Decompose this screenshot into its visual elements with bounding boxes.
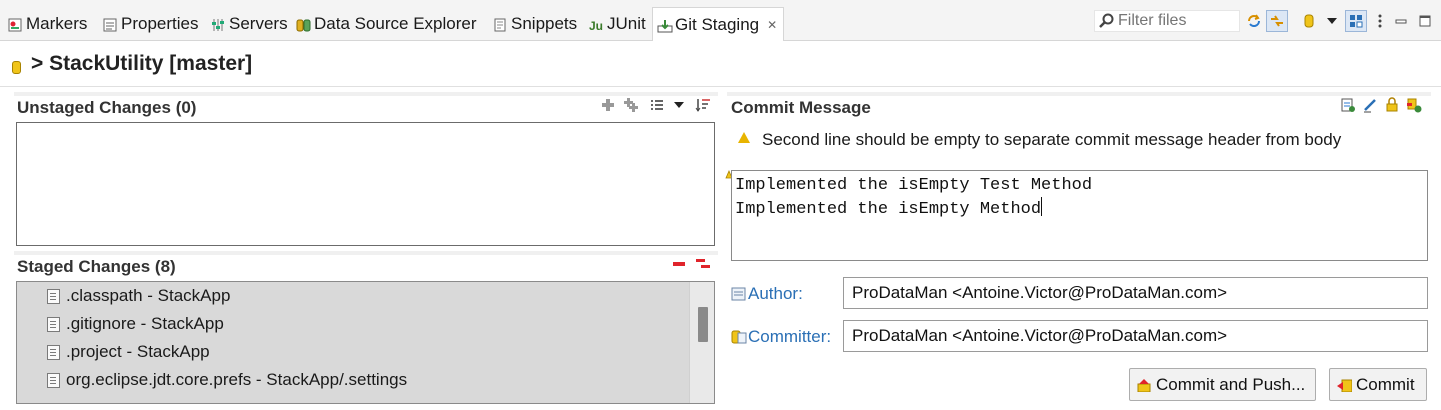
- author-field[interactable]: ProDataMan <Antoine.Victor@ProDataMan.co…: [843, 277, 1428, 309]
- commit-and-push-button[interactable]: Commit and Push...: [1129, 368, 1316, 401]
- commit-message-title: Commit Message: [731, 98, 871, 117]
- markers-icon: [8, 17, 22, 32]
- warning-icon: [738, 131, 750, 143]
- svg-text:Ju: Ju: [589, 19, 603, 32]
- remove-from-index-icon[interactable]: [671, 256, 687, 272]
- sort-icon[interactable]: [695, 97, 711, 113]
- commit-button[interactable]: Commit: [1329, 368, 1427, 401]
- commit-and-push-icon: [1137, 378, 1151, 392]
- search-icon: [1099, 13, 1114, 28]
- committer-field[interactable]: ProDataMan <Antoine.Victor@ProDataMan.co…: [843, 320, 1428, 352]
- commit-message-input[interactable]: Implemented the isEmpty Test Method Impl…: [731, 170, 1428, 261]
- divider: [0, 86, 1441, 87]
- repository-icon: [12, 60, 21, 74]
- filter-files-field[interactable]: [1094, 10, 1240, 32]
- close-tab-icon[interactable]: ✕: [767, 18, 777, 32]
- committer-icon: [731, 330, 747, 344]
- remove-all-from-index-icon[interactable]: [695, 256, 711, 272]
- file-icon: [47, 316, 60, 332]
- tab-label: Data Source Explorer: [314, 14, 477, 33]
- minimize-icon[interactable]: [1390, 10, 1412, 32]
- commit-icon: [1337, 379, 1352, 392]
- properties-icon: [103, 17, 117, 32]
- commit-message-warning: Second line should be empty to separate …: [738, 130, 1341, 150]
- list-item[interactable]: org.eclipse.jdt.core.prefs - StackApp/.s…: [47, 367, 407, 393]
- commit-message-line-2: Implemented the isEmpty Method: [735, 200, 1042, 219]
- author-value: ProDataMan <Antoine.Victor@ProDataMan.co…: [852, 283, 1228, 302]
- staged-scrollbar[interactable]: [689, 282, 714, 403]
- commit-message-line-1: Implemented the isEmpty Test Method: [735, 176, 1093, 195]
- scrollbar-thumb[interactable]: [698, 307, 708, 342]
- file-label: .project - StackApp: [66, 342, 210, 361]
- presentation-layout-icon[interactable]: [1345, 10, 1367, 32]
- link-with-selection-icon[interactable]: [1266, 10, 1288, 32]
- tab-snippets[interactable]: Snippets: [493, 7, 577, 41]
- tab-markers[interactable]: Markers: [8, 7, 87, 41]
- add-all-to-index-icon[interactable]: [623, 97, 639, 113]
- view-menu-icon[interactable]: [1369, 10, 1391, 32]
- tab-label: Servers: [229, 14, 288, 33]
- repository-header: > StackUtility [master]: [12, 50, 252, 78]
- tab-servers[interactable]: Servers: [211, 7, 288, 41]
- servers-icon: [211, 17, 225, 31]
- add-change-id-icon[interactable]: [1406, 97, 1422, 113]
- divider: [14, 92, 718, 96]
- file-label: .classpath - StackApp: [66, 286, 231, 305]
- sign-commit-icon[interactable]: [1384, 97, 1400, 113]
- repository-icon[interactable]: [1298, 10, 1320, 32]
- file-icon: [47, 372, 60, 388]
- author-label-group: Author:: [731, 284, 803, 304]
- committer-label-group: Committer:: [731, 327, 831, 347]
- file-label: .gitignore - StackApp: [66, 314, 224, 333]
- tab-label: Snippets: [511, 14, 578, 33]
- chevron-down-icon[interactable]: [1321, 10, 1343, 32]
- list-item[interactable]: .classpath - StackApp: [47, 283, 230, 309]
- unstaged-changes-list[interactable]: [16, 122, 715, 246]
- unstaged-changes-title: Unstaged Changes (0): [17, 98, 197, 117]
- view-tab-bar: Markers Properties Servers Data Source E…: [0, 0, 1441, 41]
- junit-icon: Ju: [589, 17, 603, 33]
- tab-label: Properties: [121, 14, 199, 33]
- amend-previous-commit-icon[interactable]: [1340, 97, 1356, 113]
- add-signed-off-by-icon[interactable]: [1362, 97, 1378, 113]
- commit-label: Commit: [1356, 374, 1415, 394]
- chevron-down-icon[interactable]: [671, 97, 687, 113]
- file-icon: [47, 288, 60, 304]
- divider: [14, 251, 718, 255]
- committer-value: ProDataMan <Antoine.Victor@ProDataMan.co…: [852, 326, 1228, 345]
- git-staging-icon: [657, 18, 673, 32]
- tab-label: Markers: [26, 14, 88, 33]
- file-label: org.eclipse.jdt.core.prefs - StackApp/.s…: [66, 370, 408, 389]
- staged-changes-list[interactable]: .classpath - StackApp .gitignore - Stack…: [16, 281, 715, 404]
- tab-label: JUnit: [607, 14, 646, 33]
- list-item[interactable]: .project - StackApp: [47, 339, 210, 365]
- tree-presentation-icon[interactable]: [649, 97, 665, 113]
- list-item[interactable]: .gitignore - StackApp: [47, 311, 224, 337]
- text-caret: [1041, 197, 1043, 216]
- file-icon: [47, 344, 60, 360]
- author-label: Author:: [748, 284, 803, 303]
- tab-junit[interactable]: Ju JUnit: [589, 7, 646, 41]
- commit-and-push-label: Commit and Push...: [1156, 374, 1306, 394]
- tab-properties[interactable]: Properties: [103, 7, 198, 41]
- refresh-icon[interactable]: [1243, 10, 1265, 32]
- repository-title: > StackUtility [master]: [31, 52, 253, 75]
- committer-label: Committer:: [748, 327, 832, 346]
- staged-changes-title: Staged Changes (8): [17, 257, 176, 276]
- snippets-icon: [493, 17, 507, 32]
- data-source-explorer-icon: [296, 17, 311, 32]
- maximize-icon[interactable]: [1414, 10, 1436, 32]
- tab-git-staging[interactable]: Git Staging ✕: [652, 7, 785, 41]
- divider: [727, 92, 1431, 96]
- tab-label: Git Staging: [675, 14, 760, 34]
- author-icon: [731, 287, 746, 301]
- filter-files-input[interactable]: [1118, 12, 1236, 30]
- tab-data-source-explorer[interactable]: Data Source Explorer: [296, 7, 477, 41]
- add-to-index-icon[interactable]: [600, 97, 616, 113]
- warning-text: Second line should be empty to separate …: [762, 130, 1342, 149]
